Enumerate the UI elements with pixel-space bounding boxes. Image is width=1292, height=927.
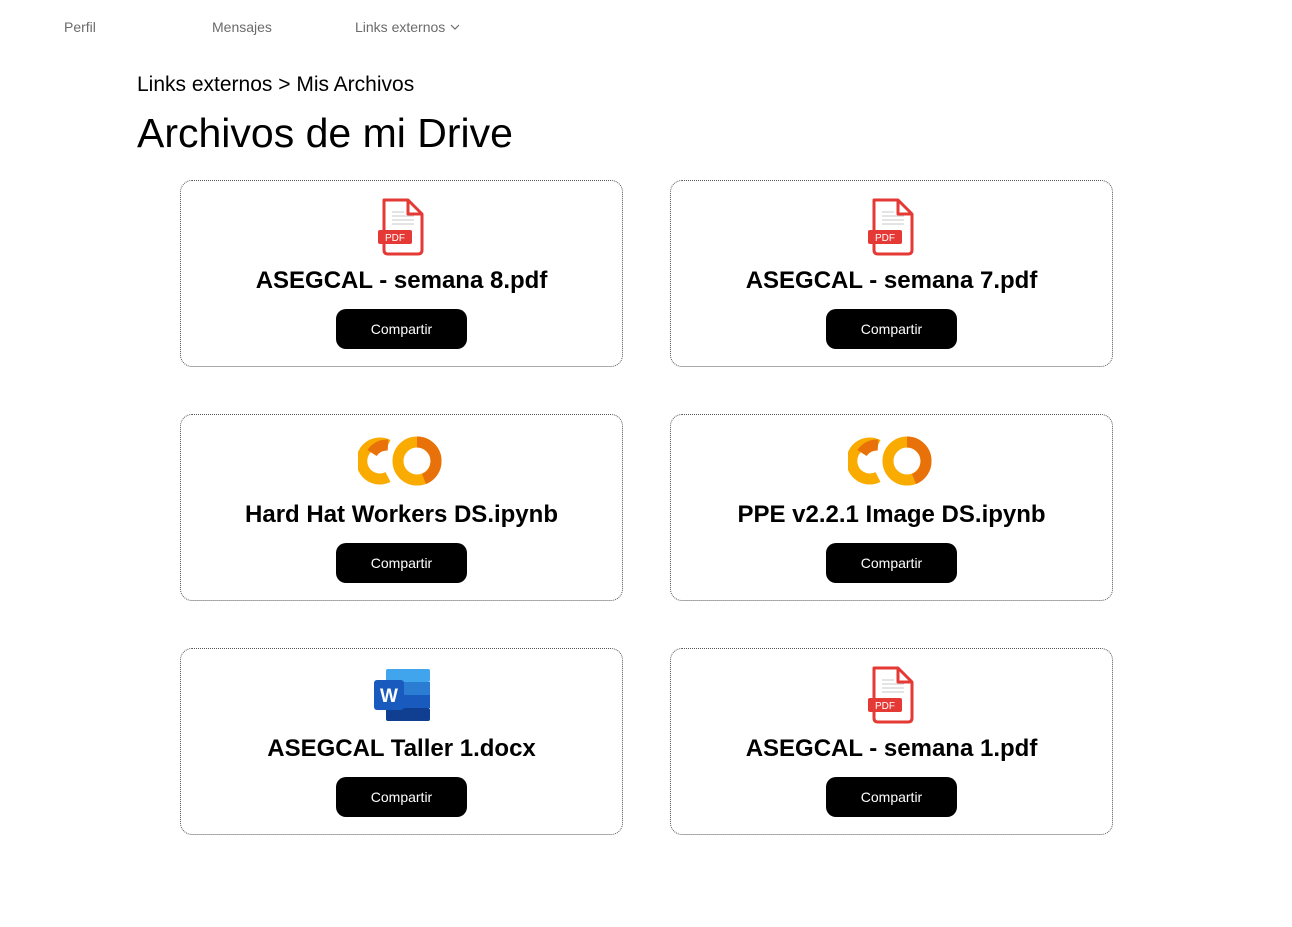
colab-icon: [847, 431, 937, 491]
svg-text:W: W: [380, 686, 398, 707]
share-button[interactable]: Compartir: [336, 543, 467, 583]
pdf-icon: PDF: [860, 665, 924, 725]
svg-text:PDF: PDF: [875, 701, 895, 712]
share-button[interactable]: Compartir: [336, 777, 467, 817]
file-name: Hard Hat Workers DS.ipynb: [245, 501, 558, 528]
top-navigation: Perfil Mensajes Links externos: [0, 0, 1292, 55]
share-button[interactable]: Compartir: [336, 309, 467, 349]
nav-links-externos-label: Links externos: [355, 19, 446, 35]
file-card: PDF ASEGCAL - semana 7.pdf Compartir: [670, 180, 1113, 367]
nav-mensajes[interactable]: Mensajes: [212, 19, 272, 35]
chevron-down-icon: [450, 24, 460, 30]
breadcrumb: Links externos > Mis Archivos: [137, 73, 415, 96]
file-grid: PDF ASEGCAL - semana 8.pdf Compartir PDF…: [180, 180, 1113, 835]
file-name: ASEGCAL Taller 1.docx: [267, 735, 536, 762]
nav-mensajes-label: Mensajes: [212, 19, 272, 35]
file-name: ASEGCAL - semana 8.pdf: [255, 267, 548, 294]
file-name: PPE v2.2.1 Image DS.ipynb: [737, 501, 1046, 528]
word-icon: W: [370, 665, 434, 725]
share-button[interactable]: Compartir: [826, 777, 957, 817]
pdf-icon: PDF: [370, 197, 434, 257]
file-card: W ASEGCAL Taller 1.docx Compartir: [180, 648, 623, 835]
file-card: PDF ASEGCAL - semana 8.pdf Compartir: [180, 180, 623, 367]
share-button[interactable]: Compartir: [826, 543, 957, 583]
pdf-icon: PDF: [860, 197, 924, 257]
file-card: Hard Hat Workers DS.ipynb Compartir: [180, 414, 623, 601]
nav-perfil-label: Perfil: [64, 19, 96, 35]
nav-perfil[interactable]: Perfil: [64, 19, 96, 35]
file-card: PDF ASEGCAL - semana 1.pdf Compartir: [670, 648, 1113, 835]
share-button[interactable]: Compartir: [826, 309, 957, 349]
svg-text:PDF: PDF: [875, 233, 895, 244]
page-title: Archivos de mi Drive: [137, 110, 513, 156]
svg-text:PDF: PDF: [385, 233, 405, 244]
colab-icon: [357, 431, 447, 491]
nav-links-externos[interactable]: Links externos: [355, 19, 460, 35]
file-name: ASEGCAL - semana 7.pdf: [745, 267, 1038, 294]
file-card: PPE v2.2.1 Image DS.ipynb Compartir: [670, 414, 1113, 601]
file-name: ASEGCAL - semana 1.pdf: [745, 735, 1038, 762]
